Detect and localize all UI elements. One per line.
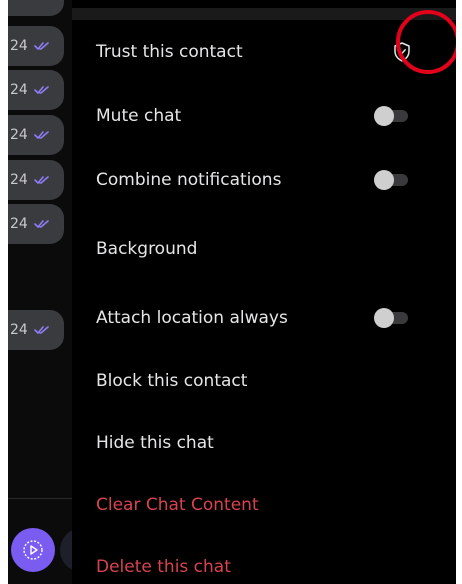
menu-item-combine-notifications[interactable]: Combine notifications [96,160,440,200]
menu-header-bar [72,8,456,20]
double-check-icon [34,42,49,50]
chat-options-screen: 24 24 24 24 24 24 Trust this contact Mut… [8,0,456,584]
message-bubble-partial [8,0,64,16]
message-bubble[interactable]: 24 [8,115,64,155]
message-bubble[interactable]: 24 [8,26,64,66]
menu-item-hide-chat[interactable]: Hide this chat [96,423,440,463]
message-time: 24 [10,127,28,143]
message-bubble[interactable]: 24 [8,160,64,200]
toggle-knob [374,106,394,126]
combine-notifications-toggle[interactable] [374,170,410,190]
message-bubble[interactable]: 24 [8,204,64,244]
menu-item-label: Trust this contact [96,42,243,62]
double-check-icon [34,86,49,94]
menu-item-label: Clear Chat Content [96,495,259,515]
double-check-icon [34,131,49,139]
menu-item-background[interactable]: Background [96,229,440,269]
toggle-knob [374,170,394,190]
double-check-icon [34,220,49,228]
menu-item-label: Delete this chat [96,557,231,577]
message-time: 24 [10,172,28,188]
menu-item-attach-location[interactable]: Attach location always [96,298,440,338]
message-time: 24 [10,216,28,232]
menu-item-label: Hide this chat [96,433,214,453]
menu-item-mute-chat[interactable]: Mute chat [96,96,440,136]
menu-item-label: Background [96,239,198,259]
menu-item-label: Block this contact [96,371,248,391]
message-time: 24 [10,38,28,54]
toggle-knob [374,308,394,328]
attach-location-toggle[interactable] [374,308,410,328]
divider [8,498,72,499]
chat-list-strip: 24 24 24 24 24 24 [8,0,90,584]
play-icon [23,540,43,560]
double-check-icon [34,326,49,334]
menu-item-delete-chat[interactable]: Delete this chat [96,547,440,584]
mute-chat-toggle[interactable] [374,106,410,126]
message-time: 24 [10,322,28,338]
menu-item-clear-chat[interactable]: Clear Chat Content [96,485,440,525]
chat-options-menu: Trust this contact Mute chat Combine not… [72,0,456,584]
message-time: 24 [10,82,28,98]
shield-check-icon[interactable] [390,40,414,64]
menu-item-trust-contact[interactable]: Trust this contact [96,32,440,72]
menu-item-block-contact[interactable]: Block this contact [96,361,440,401]
play-button[interactable] [11,528,55,572]
double-check-icon [34,176,49,184]
message-bubble[interactable]: 24 [8,70,64,110]
message-bubble[interactable]: 24 [8,310,64,350]
